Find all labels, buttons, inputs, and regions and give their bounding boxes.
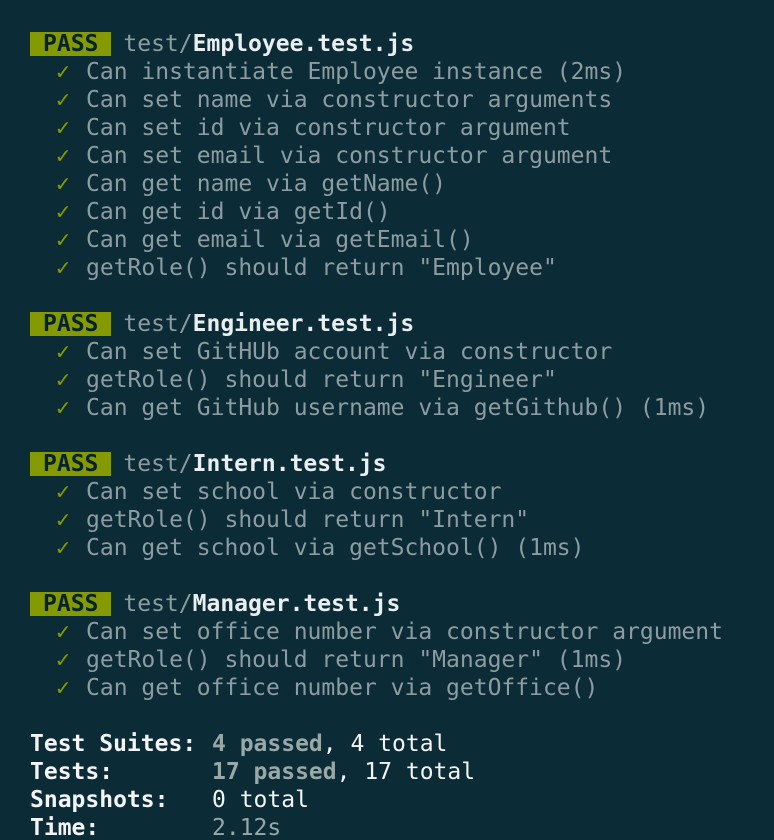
checkmark-icon: ✓: [56, 479, 70, 505]
checkmark-icon: ✓: [56, 675, 70, 701]
test-result-row: ✓ Can instantiate Employee instance (2ms): [30, 58, 774, 86]
test-name: getRole() should return "Employee": [86, 255, 557, 281]
checkmark-icon: ✓: [56, 395, 70, 421]
suite-dir: test/: [123, 31, 193, 57]
checkmark-icon: ✓: [56, 227, 70, 253]
test-name: Can get office number via getOffice(): [86, 675, 599, 701]
test-result-row: ✓ Can get email via getEmail(): [30, 226, 774, 254]
checkmark-icon: ✓: [56, 87, 70, 113]
suite-header: PASS test/Engineer.test.js: [30, 310, 774, 338]
test-result-row: ✓ getRole() should return "Intern": [30, 506, 774, 534]
summary-snapshots-value: 0 total: [212, 787, 309, 813]
suite-dir: test/: [123, 591, 193, 617]
suite-file-name: Engineer.test.js: [192, 311, 415, 337]
test-result-row: ✓ Can get name via getName(): [30, 170, 774, 198]
summary-tests-passed: 17 passed: [212, 759, 337, 785]
suite-file-name: Manager.test.js: [192, 591, 401, 617]
checkmark-icon: ✓: [56, 171, 70, 197]
summary-suites-total: , 4 total: [322, 731, 448, 757]
test-name: getRole() should return "Manager" (1ms): [86, 647, 627, 673]
test-name: getRole() should return "Intern": [86, 507, 530, 533]
test-name: Can get email via getEmail(): [86, 227, 474, 253]
summary-suites-row: Test Suites: 4 passed, 4 total: [30, 730, 774, 758]
checkmark-icon: ✓: [56, 535, 70, 561]
pass-badge: PASS: [30, 452, 112, 476]
test-name: Can set school via constructor: [86, 479, 502, 505]
test-name: Can set id via constructor argument: [86, 115, 571, 141]
test-result-row: ✓ Can set email via constructor argument: [30, 142, 774, 170]
checkmark-icon: ✓: [56, 367, 70, 393]
test-result-row: ✓ getRole() should return "Manager" (1ms): [30, 646, 774, 674]
summary-tests-label: Tests:: [30, 759, 114, 785]
summary-suites-label: Test Suites:: [30, 731, 197, 757]
summary-snapshots-row: Snapshots: 0 total: [30, 786, 774, 814]
test-name: getRole() should return "Engineer": [86, 367, 557, 393]
suite-header: PASS test/Employee.test.js: [30, 30, 774, 58]
checkmark-icon: ✓: [56, 115, 70, 141]
checkmark-icon: ✓: [56, 143, 70, 169]
summary-time-row: Time: 2.12s: [30, 814, 774, 840]
test-result-row: ✓ Can set GitHUb account via constructor: [30, 338, 774, 366]
pass-badge: PASS: [30, 312, 112, 336]
test-name: Can set office number via constructor ar…: [86, 619, 723, 645]
test-result-row: ✓ getRole() should return "Engineer": [30, 366, 774, 394]
summary-tests-total: , 17 total: [336, 759, 476, 785]
summary: Test Suites: 4 passed, 4 total Tests: 17 p…: [30, 730, 774, 840]
test-result-row: ✓ Can get GitHub username via getGithub()…: [30, 394, 774, 422]
test-name: Can get school via getSchool() (1ms): [86, 535, 585, 561]
checkmark-icon: ✓: [56, 619, 70, 645]
summary-snapshots-label: Snapshots:: [30, 787, 169, 813]
suite-file-path: test/Employee.test.js: [123, 30, 414, 58]
suite-dir: test/: [123, 451, 193, 477]
test-result-row: ✓ Can get school via getSchool() (1ms): [30, 534, 774, 562]
test-result-row: ✓ getRole() should return "Employee": [30, 254, 774, 282]
test-result-row: ✓ Can get id via getId(): [30, 198, 774, 226]
summary-time-value: 2.12s: [212, 815, 282, 840]
suite-file-path: test/Intern.test.js: [123, 450, 386, 478]
pass-badge: PASS: [30, 592, 112, 616]
test-result-row: ✓ Can get office number via getOffice(): [30, 674, 774, 702]
test-result-row: ✓ Can set name via constructor arguments: [30, 86, 774, 114]
checkmark-icon: ✓: [56, 59, 70, 85]
test-name: Can get name via getName(): [86, 171, 447, 197]
suite-file-path: test/Engineer.test.js: [123, 310, 414, 338]
suite-dir: test/: [123, 311, 193, 337]
suite-header: PASS test/Manager.test.js: [30, 590, 774, 618]
test-name: Can instantiate Employee instance (2ms): [86, 59, 627, 85]
checkmark-icon: ✓: [56, 647, 70, 673]
summary-tests-row: Tests: 17 passed, 17 total: [30, 758, 774, 786]
suite-file-name: Intern.test.js: [192, 451, 387, 477]
test-result-row: ✓ Can set school via constructor: [30, 478, 774, 506]
test-name: Can set email via constructor argument: [86, 143, 613, 169]
suite-file-name: Employee.test.js: [192, 31, 415, 57]
test-result-row: ✓ Can set id via constructor argument: [30, 114, 774, 142]
checkmark-icon: ✓: [56, 255, 70, 281]
suite-file-path: test/Manager.test.js: [123, 590, 400, 618]
summary-suites-passed: 4 passed: [212, 731, 323, 757]
pass-badge: PASS: [30, 32, 112, 56]
test-name: Can set GitHUb account via constructor: [86, 339, 613, 365]
test-name: Can get GitHub username via getGithub() …: [86, 395, 710, 421]
terminal-output: PASS test/Employee.test.js ✓ Can instantiat…: [0, 0, 774, 840]
checkmark-icon: ✓: [56, 507, 70, 533]
test-name: Can get id via getId(): [86, 199, 391, 225]
test-result-row: ✓ Can set office number via constructor a…: [30, 618, 774, 646]
test-name: Can set name via constructor arguments: [86, 87, 613, 113]
test-suites-list: PASS test/Employee.test.js ✓ Can instantiat…: [30, 30, 774, 730]
checkmark-icon: ✓: [56, 339, 70, 365]
summary-time-label: Time:: [30, 815, 100, 840]
suite-header: PASS test/Intern.test.js: [30, 450, 774, 478]
checkmark-icon: ✓: [56, 199, 70, 225]
